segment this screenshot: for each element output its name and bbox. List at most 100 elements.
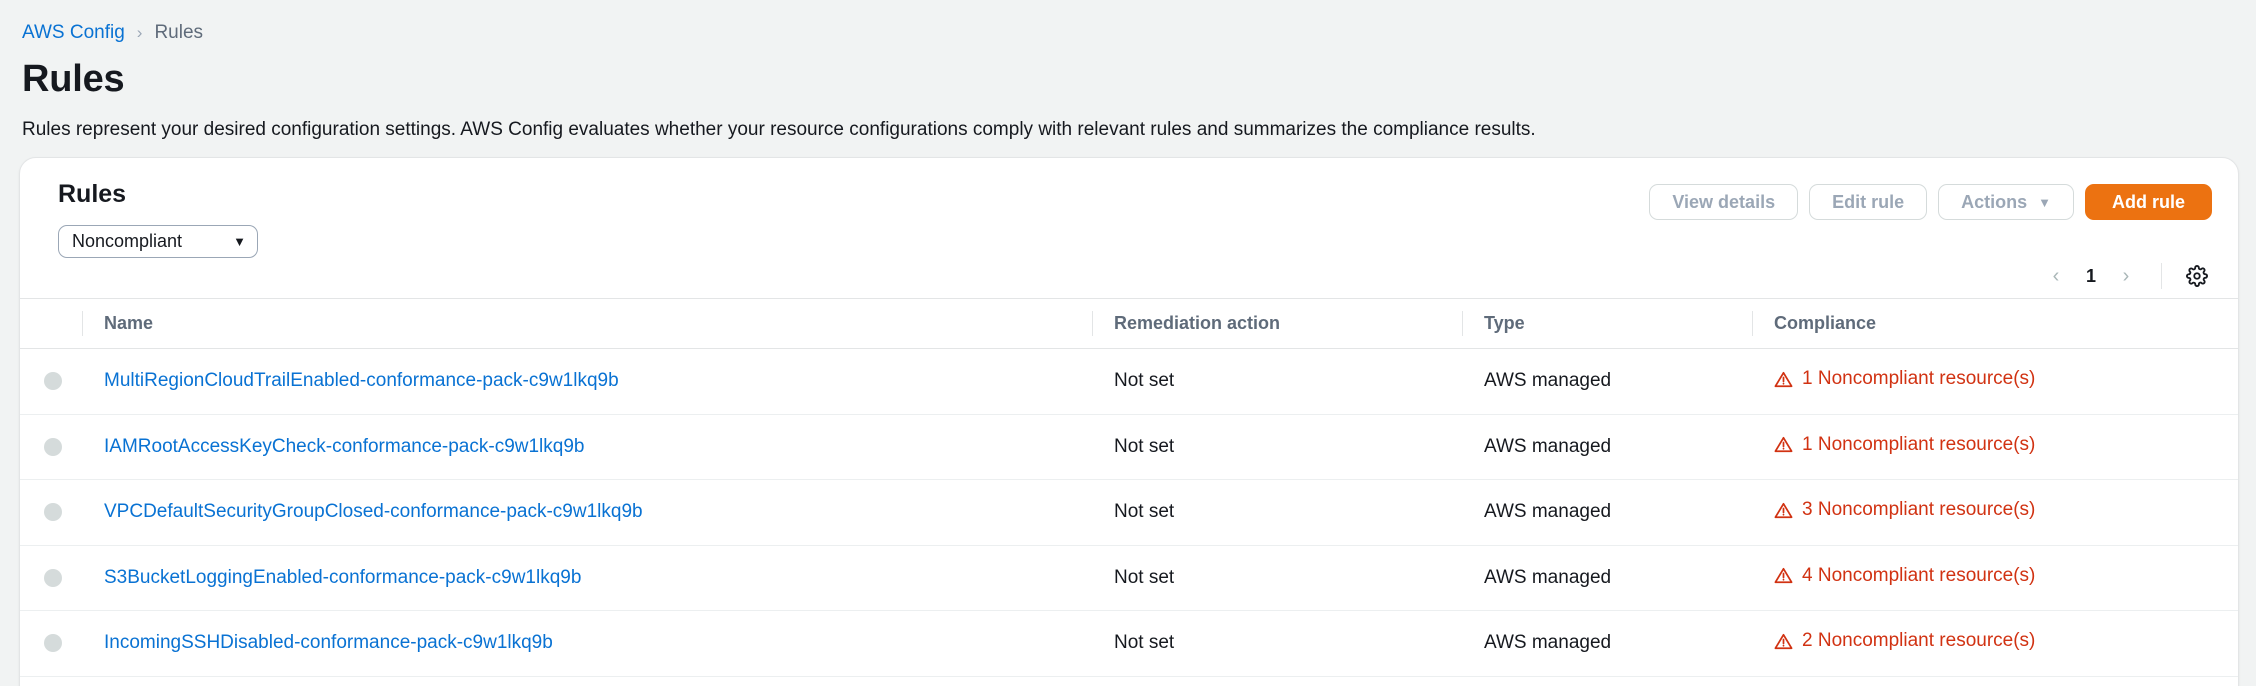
rule-name-link[interactable]: IncomingSSHDisabled-conformance-pack-c9w…	[104, 632, 553, 653]
row-name-cell: VPCDefaultSecurityGroupClosed-conformanc…	[82, 479, 1092, 546]
page-description: Rules represent your desired configurati…	[22, 119, 1536, 140]
status-badge: 4 Noncompliant resource(s)	[1774, 565, 2035, 587]
row-select-cell	[20, 414, 82, 480]
warning-triangle-icon	[1774, 371, 1793, 387]
row-name-cell: MultiRegionCloudTrailEnabled-conformance…	[82, 348, 1092, 415]
table-row[interactable]: IncomingSSHDisabled-conformance-pack-c9w…	[20, 610, 2238, 677]
row-name-cell: S3BucketLoggingEnabled-conformance-pack-…	[82, 545, 1092, 611]
row-type-cell: AWS managed	[1462, 348, 1752, 415]
actions-dropdown-button[interactable]: Actions ▼	[1938, 184, 2074, 220]
rules-action-buttons: View details Edit rule Actions ▼ Add rul…	[1649, 180, 2212, 220]
status-badge: 1 Noncompliant resource(s)	[1774, 434, 2035, 456]
row-select-cell	[20, 545, 82, 611]
compliance-filter-value: Noncompliant	[72, 231, 183, 251]
pagination-previous-icon[interactable]: ‹	[2041, 261, 2071, 291]
view-details-button[interactable]: View details	[1649, 184, 1799, 220]
rules-table-body: MultiRegionCloudTrailEnabled-conformance…	[20, 348, 2238, 686]
row-remediation-cell: Not set	[1092, 676, 1462, 686]
warning-triangle-icon	[1774, 633, 1793, 649]
warning-triangle-icon	[1774, 567, 1793, 584]
compliance-value: 3 Noncompliant resource(s)	[1802, 499, 2036, 520]
row-name-cell: IncomingSSHDisabled-conformance-pack-c9w…	[82, 610, 1092, 677]
column-header-remediation-action[interactable]: Remediation action	[1092, 298, 1462, 349]
row-compliance-cell: 1 Noncompliant resource(s)	[1752, 414, 2238, 480]
compliance-value: 2 Noncompliant resource(s)	[1802, 630, 2036, 651]
rules-card-title: Rules	[58, 180, 127, 208]
breadcrumb: AWS Config › Rules	[0, 0, 2256, 44]
row-radio-button[interactable]	[44, 634, 62, 653]
row-type-cell: AWS managed	[1462, 676, 1752, 686]
row-compliance-cell: 1 Noncompliant resource(s)	[1752, 348, 2238, 415]
breadcrumb-link-aws-config[interactable]: AWS Config	[22, 22, 125, 44]
pagination-divider	[2161, 263, 2162, 289]
column-header-compliance[interactable]: Compliance	[1752, 298, 2238, 349]
row-compliance-cell: 1 Noncompliant resource(s)	[1752, 676, 2238, 686]
row-compliance-cell: 3 Noncompliant resource(s)	[1752, 479, 2238, 546]
row-remediation-cell: Not set	[1092, 414, 1462, 480]
row-remediation-cell: Not set	[1092, 348, 1462, 415]
row-name-cell: IAMRootAccessKeyCheck-conformance-pack-c…	[82, 414, 1092, 480]
rule-name-link[interactable]: VPCDefaultSecurityGroupClosed-conformanc…	[104, 501, 643, 522]
compliance-filter-select[interactable]: Noncompliant ▼	[58, 225, 258, 258]
status-badge: 3 Noncompliant resource(s)	[1774, 499, 2035, 521]
remediation-action-value: Not set	[1114, 632, 1175, 654]
compliance-value: 4 Noncompliant resource(s)	[1802, 564, 2036, 586]
rule-name-link[interactable]: IAMRootAccessKeyCheck-conformance-pack-c…	[104, 436, 584, 457]
row-remediation-cell: Not set	[1092, 610, 1462, 677]
rules-card-header-left: Rules Noncompliant ▼	[46, 180, 258, 258]
row-select-cell	[20, 610, 82, 677]
rule-type-value: AWS managed	[1484, 435, 1612, 457]
pagination-row: ‹ 1 ›	[20, 254, 2238, 298]
rule-name-link[interactable]: MultiRegionCloudTrailEnabled-conformance…	[104, 370, 619, 391]
compliance-value: 1 Noncompliant resource(s)	[1802, 433, 2036, 455]
gear-icon[interactable]	[2182, 261, 2212, 291]
edit-rule-button[interactable]: Edit rule	[1809, 184, 1928, 220]
add-rule-button[interactable]: Add rule	[2084, 184, 2212, 220]
aws-config-rules-page: AWS Config › Rules Rules Rules represent…	[0, 0, 2256, 686]
status-badge: 1 Noncompliant resource(s)	[1774, 368, 2035, 390]
page-title: Rules	[22, 58, 125, 100]
rules-card: Rules Noncompliant ▼ View details Edit r…	[19, 157, 2239, 686]
rule-name-link[interactable]: S3BucketLoggingEnabled-conformance-pack-…	[104, 567, 581, 588]
row-type-cell: AWS managed	[1462, 610, 1752, 677]
warning-triangle-icon	[1774, 502, 1793, 518]
remediation-action-value: Not set	[1114, 370, 1175, 392]
actions-dropdown-label: Actions	[1961, 191, 2028, 212]
row-compliance-cell: 4 Noncompliant resource(s)	[1752, 545, 2238, 611]
pagination-page-1[interactable]: 1	[2077, 262, 2105, 290]
rule-type-value: AWS managed	[1484, 632, 1612, 654]
breadcrumb-chevron-right-icon: ›	[136, 23, 143, 42]
row-radio-button[interactable]	[44, 568, 62, 587]
table-row[interactable]: IAMRootAccessKeyCheck-conformance-pack-c…	[20, 414, 2238, 480]
table-row[interactable]: S3BucketLoggingEnabled-conformance-pack-…	[20, 545, 2238, 611]
row-radio-button[interactable]	[44, 503, 62, 522]
chevron-down-icon: ▼	[2038, 194, 2051, 210]
column-header-name[interactable]: Name	[82, 298, 1092, 349]
rules-table: Name Remediation action Type Compliance …	[20, 298, 2238, 686]
breadcrumb-current-rules: Rules	[154, 22, 204, 43]
pagination-next-icon[interactable]: ›	[2111, 261, 2141, 291]
row-type-cell: AWS managed	[1462, 545, 1752, 611]
remediation-action-value: Not set	[1114, 435, 1175, 457]
row-type-cell: AWS managed	[1462, 414, 1752, 480]
row-compliance-cell: 2 Noncompliant resource(s)	[1752, 610, 2238, 677]
pagination: ‹ 1 ›	[2041, 261, 2212, 291]
row-remediation-cell: Not set	[1092, 545, 1462, 611]
warning-triangle-icon	[1774, 436, 1793, 453]
row-select-cell	[20, 348, 82, 415]
rules-card-header: Rules Noncompliant ▼ View details Edit r…	[20, 158, 2238, 258]
row-radio-button[interactable]	[44, 437, 62, 456]
table-header-row: Name Remediation action Type Compliance	[20, 298, 2238, 349]
select-column-header	[20, 298, 82, 349]
row-radio-button[interactable]	[44, 372, 62, 391]
rules-table-head: Name Remediation action Type Compliance	[20, 298, 2238, 349]
row-remediation-cell: Not set	[1092, 479, 1462, 546]
rule-type-value: AWS managed	[1484, 566, 1612, 588]
row-select-cell	[20, 676, 82, 686]
row-name-cell: RootAccountHardwareMFAEnabled-conformanc…	[82, 676, 1092, 686]
table-row[interactable]: RootAccountHardwareMFAEnabled-conformanc…	[20, 676, 2238, 686]
table-row[interactable]: MultiRegionCloudTrailEnabled-conformance…	[20, 348, 2238, 415]
row-type-cell: AWS managed	[1462, 479, 1752, 546]
table-row[interactable]: VPCDefaultSecurityGroupClosed-conformanc…	[20, 479, 2238, 546]
column-header-type[interactable]: Type	[1462, 298, 1752, 349]
